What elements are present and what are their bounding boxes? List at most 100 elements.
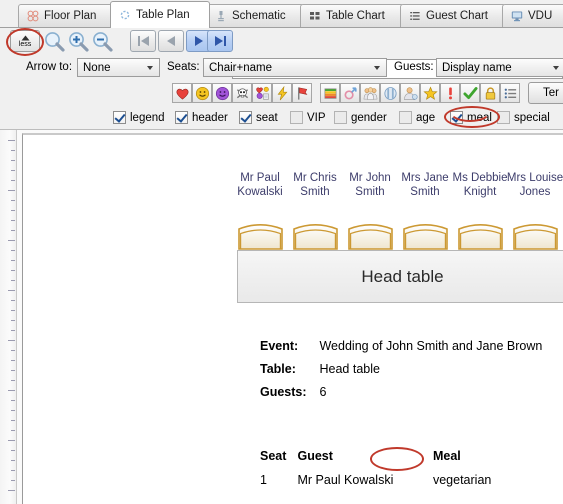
seat-label-6: Mrs Louise Jones <box>502 171 563 199</box>
seat-pair-icon[interactable] <box>380 83 400 103</box>
plan-canvas[interactable]: Mr Paul Kowalski Mr Chris Smith Mr John … <box>17 130 563 504</box>
zoom-out-icon[interactable] <box>90 30 114 52</box>
arrow-to-label: Arrow to: <box>26 61 73 73</box>
tab-bar: Floor Plan Table Plan Schematic Table Ch… <box>0 0 563 28</box>
vdu-icon <box>511 10 523 22</box>
checkbox-age[interactable]: age <box>399 111 435 124</box>
checkbox-gender-box[interactable] <box>334 111 347 124</box>
checkbox-special-label: special <box>514 111 550 124</box>
seat-label-line2: Smith <box>300 186 330 198</box>
lock-icon[interactable] <box>480 83 500 103</box>
less-button[interactable]: less <box>10 30 40 52</box>
checkbox-meal-box[interactable] <box>450 111 463 124</box>
tab-label: Guest Chart <box>426 10 488 22</box>
info-event: Event: Wedding of John Smith and Jane Br… <box>260 339 542 353</box>
seat-label-4: Mrs Jane Smith <box>394 171 456 199</box>
tab-vdu[interactable]: VDU <box>502 4 563 27</box>
symbol-toolbar: Ter <box>0 82 563 108</box>
checkbox-seat-label: seat <box>256 111 278 124</box>
chair-5[interactable] <box>457 220 504 250</box>
chair-1[interactable] <box>237 220 284 250</box>
checkbox-meal-label: meal <box>467 111 492 124</box>
ter-button[interactable]: Ter <box>528 82 563 104</box>
info-guests-value: 6 <box>319 385 327 399</box>
seat-label-line2: Kowalski <box>237 186 283 198</box>
checkbox-vip-label: VIP <box>307 111 326 124</box>
seats-select[interactable]: Chair+name <box>203 58 387 77</box>
nav-prev-icon[interactable] <box>158 30 184 52</box>
arrow-to-select[interactable]: None <box>77 58 160 77</box>
checkbox-header-label: header <box>192 111 228 124</box>
arrow-to-value: None <box>83 61 111 74</box>
nav-first-icon[interactable] <box>130 30 156 52</box>
skull-icon[interactable] <box>232 83 252 103</box>
checkbox-legend-box[interactable] <box>113 111 126 124</box>
chair-6[interactable] <box>512 220 559 250</box>
checkbox-seat-box[interactable] <box>239 111 252 124</box>
smiley-yellow-icon[interactable] <box>192 83 212 103</box>
chair-4[interactable] <box>402 220 449 250</box>
navigation-toolbar: less <box>0 28 563 79</box>
checkbox-header-box[interactable] <box>175 111 188 124</box>
tab-table-plan[interactable]: Table Plan <box>110 1 210 28</box>
checkbox-seat[interactable]: seat <box>239 111 278 124</box>
list-icon[interactable] <box>500 83 520 103</box>
chair-2[interactable] <box>292 220 339 250</box>
guests-select[interactable]: Display name <box>436 58 563 77</box>
tab-label: Floor Plan <box>44 10 97 22</box>
smiley-purple-icon[interactable] <box>212 83 232 103</box>
guest-row-meal: vegetarian <box>432 473 492 487</box>
group-icon[interactable] <box>360 83 380 103</box>
seat-label-3: Mr John Smith <box>341 171 399 199</box>
info-table: Table: Head table <box>260 362 380 376</box>
guest-row-seat: 1 <box>260 473 267 487</box>
lightning-icon[interactable] <box>272 83 292 103</box>
tab-floor-plan[interactable]: Floor Plan <box>18 4 114 27</box>
star-icon[interactable] <box>420 83 440 103</box>
zoom-in-icon[interactable] <box>66 30 90 52</box>
seat-label-line1: Mrs Louise <box>506 172 563 184</box>
checkbox-legend[interactable]: legend <box>113 111 165 124</box>
checkbox-special-box[interactable] <box>497 111 510 124</box>
checkbox-meal[interactable]: meal <box>450 111 492 124</box>
guest-table-header: Seat Guest Meal <box>260 449 461 463</box>
tab-label: VDU <box>528 10 553 22</box>
table-row: 1 Mr Paul Kowalski vegetarian <box>260 473 491 487</box>
checkbox-vip-box[interactable] <box>290 111 303 124</box>
table-shape-label: Head table <box>361 266 444 286</box>
nav-last-icon[interactable] <box>207 30 233 52</box>
checkbox-age-box[interactable] <box>399 111 412 124</box>
colour-bars-icon[interactable] <box>320 83 340 103</box>
checkbox-gender[interactable]: gender <box>334 111 387 124</box>
heart-icon[interactable] <box>172 83 192 103</box>
seat-label-1: Mr Paul Kowalski <box>231 171 289 199</box>
tab-label: Schematic <box>232 10 286 22</box>
seat-label-line1: Mr Paul <box>240 172 280 184</box>
check-icon[interactable] <box>460 83 480 103</box>
display-options-row: Arrow to: None Seats: Chair+name Guests:… <box>0 56 563 81</box>
tab-table-chart[interactable]: Table Chart <box>300 4 404 27</box>
flag-icon[interactable] <box>292 83 312 103</box>
chair-3[interactable] <box>347 220 394 250</box>
seat-label-line2: Smith <box>355 186 385 198</box>
checkbox-legend-label: legend <box>130 111 165 124</box>
checkbox-header[interactable]: header <box>175 111 228 124</box>
zoom-fit-icon[interactable] <box>42 30 66 52</box>
guest-table-header-meal: Meal <box>432 449 461 463</box>
guestchart-icon <box>409 10 421 22</box>
checkbox-special[interactable]: special <box>497 111 550 124</box>
couple-icon[interactable] <box>252 83 272 103</box>
checkbox-age-label: age <box>416 111 436 124</box>
guest-row-guest: Mr Paul Kowalski <box>297 473 394 487</box>
exclamation-icon[interactable] <box>440 83 460 103</box>
checkbox-vip[interactable]: VIP <box>290 111 326 124</box>
gender-icon[interactable] <box>340 83 360 103</box>
seats-label: Seats: <box>167 61 200 73</box>
floorplan-icon <box>27 10 39 22</box>
seat-label-line2: Smith <box>410 186 440 198</box>
tab-schematic[interactable]: Schematic <box>206 4 304 27</box>
schematic-icon <box>215 10 227 22</box>
table-shape[interactable]: Head table <box>237 250 563 303</box>
tab-guest-chart[interactable]: Guest Chart <box>400 4 506 27</box>
person-icon[interactable] <box>400 83 420 103</box>
